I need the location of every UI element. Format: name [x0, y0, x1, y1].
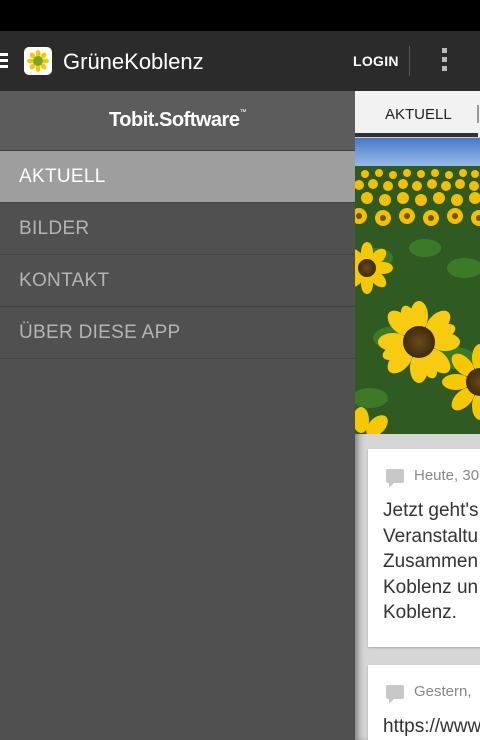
tab-bar: AKTUELL [355, 91, 480, 138]
post-date: Heute, 30 [414, 467, 480, 484]
hamburger-icon[interactable] [0, 53, 8, 69]
tobit-software-logo: Tobit.Software™ [109, 109, 246, 131]
drawer-header: Tobit.Software™ [0, 91, 355, 151]
post-text: https://www [383, 716, 480, 737]
drawer-item-aktuell[interactable]: AKTUELL [0, 151, 355, 203]
post-date: Gestern, [414, 683, 472, 700]
app-bar: GrüneKoblenz LOGIN [0, 31, 480, 91]
tab-separator [477, 105, 479, 123]
drawer-item-bilder[interactable]: BILDER [0, 203, 355, 255]
status-bar [0, 0, 480, 31]
sunflower-header-image[interactable] [355, 138, 480, 434]
comment-icon [386, 684, 404, 704]
post-text: Jetzt geht's Veranstaltu Zusammen Koblen… [383, 500, 479, 623]
comment-icon [386, 468, 404, 488]
drawer-item-ueber-diese-app[interactable]: ÜBER DIESE APP [0, 307, 355, 359]
tab-indicator [355, 133, 478, 137]
news-card[interactable]: Heute, 30 Jetzt geht's Veranstaltu Zusam… [368, 449, 480, 647]
main-content: AKTUELL Heute, 30 Jetzt geht's Veranstal… [355, 91, 480, 740]
post-meta: Gestern, [368, 665, 480, 704]
post-meta: Heute, 30 [368, 449, 480, 488]
appbar-divider [409, 46, 410, 76]
login-button[interactable]: LOGIN [353, 53, 399, 69]
navigation-drawer: Tobit.Software™ AKTUELL BILDER KONTAKT Ü… [0, 91, 355, 740]
sunflower-logo-icon [24, 47, 52, 75]
overflow-menu-icon[interactable] [436, 48, 452, 76]
news-card[interactable]: Gestern, https://www [368, 665, 480, 740]
tab-aktuell[interactable]: AKTUELL [385, 106, 452, 123]
drawer-item-kontakt[interactable]: KONTAKT [0, 255, 355, 307]
app-title: GrüneKoblenz [63, 49, 204, 74]
